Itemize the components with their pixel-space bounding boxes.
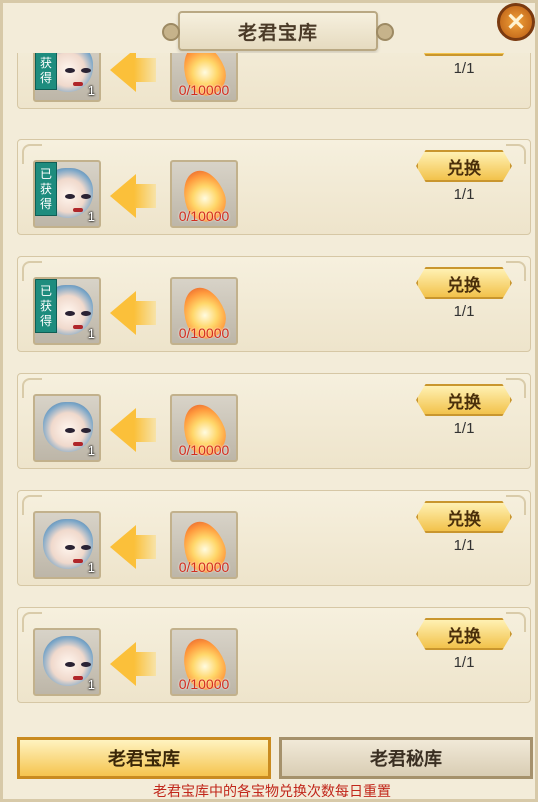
exchange-row: 1 0/10000 兑换 1/1 [17, 373, 531, 469]
cost-flame-item[interactable]: 0/10000 [170, 511, 238, 579]
exchange-limit: 1/1 [453, 654, 475, 671]
exchange-button[interactable]: 兑换 [416, 618, 512, 650]
owned-badge: 已获得 [35, 279, 57, 333]
mask-icon [43, 519, 93, 569]
cost-count: 0/10000 [178, 82, 230, 98]
page-title: 老君宝库 [237, 22, 318, 44]
exchange-row: 已获得 1 0/10000 兑换 1/1 [17, 139, 531, 235]
arrow-left-icon [110, 174, 136, 218]
arrow-tail [134, 652, 156, 676]
exchange-label: 兑换 [447, 392, 481, 412]
cost-flame-item[interactable]: 0/10000 [170, 160, 238, 228]
reward-mask-item[interactable]: 1 [33, 511, 101, 579]
item-quantity: 1 [87, 560, 95, 575]
cost-count: 0/10000 [178, 325, 230, 341]
tab-label: 老君宝库 [108, 749, 180, 769]
exchange-limit: 1/1 [453, 537, 475, 554]
tab-label: 老君秘库 [370, 749, 442, 769]
exchange-row: 1 0/10000 兑换 1/1 [17, 607, 531, 703]
mask-icon [43, 402, 93, 452]
shop-panel: 老君宝库 ✕ 已获得10/10000兑换1/1已获得10/10000兑换1/1已… [0, 0, 538, 802]
cost-flame-item[interactable]: 0/10000 [170, 628, 238, 696]
reward-mask-item[interactable]: 已获得 1 [33, 160, 101, 228]
reward-mask-item[interactable]: 已获得 1 [33, 53, 101, 102]
arrow-left-icon [110, 525, 136, 569]
reward-mask-item[interactable]: 1 [33, 394, 101, 462]
mask-icon [43, 636, 93, 686]
exchange-limit: 1/1 [453, 303, 475, 320]
item-quantity: 1 [87, 209, 95, 224]
arrow-tail [134, 184, 156, 208]
arrow-left-icon [110, 291, 136, 335]
owned-badge: 已获得 [35, 162, 57, 216]
exchange-button[interactable]: 兑换 [416, 384, 512, 416]
exchange-button[interactable]: 兑换 [416, 150, 512, 182]
exchange-row: 已获得 1 0/10000 兑换 1/1 [17, 256, 531, 352]
arrow-tail [134, 301, 156, 325]
cost-flame-item[interactable]: 0/10000 [170, 277, 238, 345]
arrow-left-icon [110, 53, 136, 92]
exchange-label: 兑换 [447, 275, 481, 295]
title-bar: 老君宝库 [162, 11, 394, 51]
exchange-label: 兑换 [447, 509, 481, 529]
tab-bar: 老君宝库 老君秘库 [17, 737, 533, 779]
exchange-limit: 1/1 [453, 186, 475, 203]
exchange-limit: 1/1 [453, 420, 475, 437]
cost-count: 0/10000 [178, 676, 230, 692]
item-quantity: 1 [87, 443, 95, 458]
item-quantity: 1 [87, 677, 95, 692]
exchange-button[interactable]: 兑换 [416, 267, 512, 299]
arrow-tail [134, 418, 156, 442]
arrow-tail [134, 58, 156, 82]
exchange-list[interactable]: 已获得 1 0/10000 兑换 1/1 已获得 1 0/10000 兑换 1/1 已获得 1 0/10… [17, 53, 531, 723]
reward-mask-item[interactable]: 1 [33, 628, 101, 696]
cost-flame-item[interactable]: 0/10000 [170, 53, 238, 102]
close-icon[interactable]: ✕ [497, 3, 535, 41]
cost-count: 0/10000 [178, 559, 230, 575]
exchange-label: 兑换 [447, 158, 481, 178]
cost-count: 0/10000 [178, 208, 230, 224]
exchange-row: 已获得 1 0/10000 兑换 1/1 [17, 53, 531, 109]
tab-laojun-secret-vault[interactable]: 老君秘库 [279, 737, 533, 779]
cost-flame-item[interactable]: 0/10000 [170, 394, 238, 462]
reward-mask-item[interactable]: 已获得 1 [33, 277, 101, 345]
arrow-left-icon [110, 408, 136, 452]
exchange-button[interactable]: 兑换 [416, 53, 512, 56]
arrow-tail [134, 535, 156, 559]
exchange-label: 兑换 [447, 626, 481, 646]
owned-badge: 已获得 [35, 53, 57, 90]
item-quantity: 1 [87, 326, 95, 341]
reset-notice: 老君宝库中的各宝物兑换次数每日重置 [153, 783, 391, 799]
cost-count: 0/10000 [178, 442, 230, 458]
arrow-left-icon [110, 642, 136, 686]
exchange-row: 1 0/10000 兑换 1/1 [17, 490, 531, 586]
exchange-limit: 1/1 [453, 60, 475, 77]
exchange-button[interactable]: 兑换 [416, 501, 512, 533]
item-quantity: 1 [87, 83, 95, 98]
tab-laojun-treasury[interactable]: 老君宝库 [17, 737, 271, 779]
